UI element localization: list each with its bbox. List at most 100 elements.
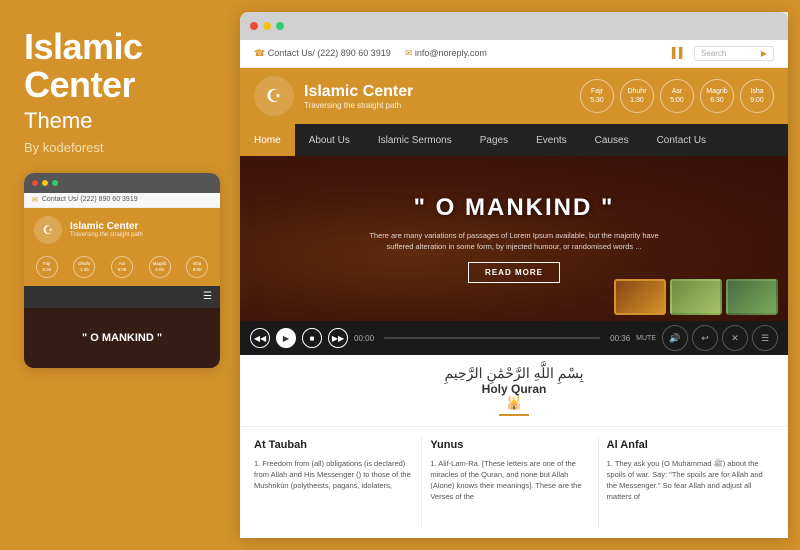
audio-play-button[interactable]: ▶ <box>276 328 296 348</box>
mobile-tagline: Traversing the straight path <box>70 232 143 238</box>
hero-thumbnails <box>614 279 778 315</box>
col-1-title: At Taubah <box>254 437 413 454</box>
nav-events[interactable]: Events <box>522 124 581 156</box>
mobile-dot-red <box>32 180 38 186</box>
quran-arabic-text: بِسْمِ اللَّهِ الرَّحْمَٰنِ الرَّحِيمِ <box>250 365 778 382</box>
browser-chrome <box>240 12 788 40</box>
browser-dot-yellow[interactable] <box>263 22 271 30</box>
main-nav: Home About Us Islamic Sermons Pages Even… <box>240 124 788 156</box>
nav-home[interactable]: Home <box>240 124 295 156</box>
mobile-prayer-magrib: Magrib6:00 <box>149 256 171 280</box>
mobile-top-bar <box>24 173 220 193</box>
quran-mosque-icon: 🕌 <box>250 396 778 410</box>
prayer-fajr: Fajr5:30 <box>580 79 614 113</box>
mobile-dot-yellow <box>42 180 48 186</box>
hero-thumb-1[interactable] <box>614 279 666 315</box>
audio-bar: ◀◀ ▶ ■ ▶▶ 00:00 00:36 MUTE 🔊 ↩ ✕ ☰ <box>240 321 788 355</box>
search-placeholder: Search <box>701 49 726 58</box>
audio-time-start: 00:00 <box>354 334 374 343</box>
audio-next-button[interactable]: ▶▶ <box>328 328 348 348</box>
quran-label: Holy Quran <box>250 382 778 396</box>
top-bar: ☎ Contact Us/ (222) 890 60 3919 ✉ info@n… <box>240 40 788 68</box>
mobile-contact-icon: ✉ <box>32 196 38 204</box>
site-name-area: Islamic Center Traversing the straight p… <box>304 83 413 110</box>
top-bar-email: ✉ info@noreply.com <box>405 48 487 59</box>
site-tagline: Traversing the straight path <box>304 101 413 110</box>
mobile-nav-bar: ☰ <box>24 286 220 308</box>
audio-progress-bar[interactable] <box>384 337 600 339</box>
mobile-site-name: Islamic Center <box>70 221 143 232</box>
mobile-prayer-dhuhr: Dhuhr1:35 <box>73 256 95 280</box>
content-columns: At Taubah 1. Freedom from (all) obligati… <box>240 427 788 538</box>
header-logo-area: ☪ Islamic Center Traversing the straight… <box>254 76 413 116</box>
audio-stop-button[interactable]: ■ <box>302 328 322 348</box>
col-3-text: 1. They ask you (O Muhammad ﷺ) about the… <box>607 458 766 503</box>
mobile-menu-icon: ☰ <box>203 291 212 302</box>
mobile-prayer-isha: Isha8:00 <box>186 256 208 280</box>
hero-thumb-2[interactable] <box>670 279 722 315</box>
hero-read-more-button[interactable]: READ MORE <box>468 262 560 283</box>
left-title: Islamic Center <box>24 28 216 104</box>
quran-underline <box>499 414 529 416</box>
audio-prev-button[interactable]: ◀◀ <box>250 328 270 348</box>
nav-about[interactable]: About Us <box>295 124 364 156</box>
audio-volume-button[interactable]: 🔊 <box>662 325 688 351</box>
content-col-1: At Taubah 1. Freedom from (all) obligati… <box>254 437 422 528</box>
phone-icon: ☎ <box>254 48 265 58</box>
mobile-contact-bar: ✉ Contact Us/ (222) 890 60 3919 <box>24 193 220 208</box>
mobile-prayer-asr: Asr5:08 <box>111 256 133 280</box>
site-name: Islamic Center <box>304 83 413 101</box>
mobile-prayer-times: Fajr5:30 Dhuhr1:35 Asr5:08 Magrib6:00 Is… <box>24 252 220 286</box>
search-box[interactable]: Search ▶ <box>694 46 774 61</box>
mobile-mockup: ✉ Contact Us/ (222) 890 60 3919 ☪ Islami… <box>24 173 220 368</box>
mobile-hero: " O MANKIND " <box>24 308 220 368</box>
mobile-logo: ☪ <box>34 216 62 244</box>
prayer-asr: Asr5:00 <box>660 79 694 113</box>
top-bar-left: ☎ Contact Us/ (222) 890 60 3919 ✉ info@n… <box>254 48 487 59</box>
left-panel: Islamic Center Theme By kodeforest ✉ Con… <box>0 0 240 550</box>
browser-dot-green[interactable] <box>276 22 284 30</box>
mobile-hero-text: " O MANKIND " <box>82 332 162 344</box>
prayer-magrib: Magrib6:30 <box>700 79 734 113</box>
audio-info-button[interactable]: ☰ <box>752 325 778 351</box>
col-2-title: Yunus <box>430 437 589 454</box>
left-subtitle: Theme <box>24 108 216 134</box>
email-icon: ✉ <box>405 48 413 58</box>
prayer-isha: Isha9:00 <box>740 79 774 113</box>
top-bar-social-icons: ▌▌ <box>672 48 686 59</box>
prayer-times-row: Fajr5:30 Dhuhr1:30 Asr5:00 Magrib6:30 Is… <box>580 79 774 113</box>
search-icon: ▶ <box>761 49 767 58</box>
col-3-title: Al Anfal <box>607 437 766 454</box>
audio-close-button[interactable]: ✕ <box>722 325 748 351</box>
nav-contact[interactable]: Contact Us <box>643 124 720 156</box>
website: ☎ Contact Us/ (222) 890 60 3919 ✉ info@n… <box>240 40 788 538</box>
site-logo: ☪ <box>254 76 294 116</box>
nav-sermons[interactable]: Islamic Sermons <box>364 124 466 156</box>
browser-dot-red[interactable] <box>250 22 258 30</box>
col-1-text: 1. Freedom from (all) obligations (is de… <box>254 458 413 492</box>
mobile-header: ☪ Islamic Center Traversing the straight… <box>24 208 220 252</box>
hero-description: There are many variations of passages of… <box>364 230 664 253</box>
browser-panel: ☎ Contact Us/ (222) 890 60 3919 ✉ info@n… <box>240 12 788 538</box>
audio-time-end: 00:36 <box>610 334 630 343</box>
audio-mute-label: MUTE <box>636 335 656 342</box>
nav-pages[interactable]: Pages <box>466 124 522 156</box>
hero-quote: " O MANKIND " <box>414 194 615 222</box>
mobile-dot-green <box>52 180 58 186</box>
audio-right-controls: 🔊 ↩ ✕ ☰ <box>662 325 778 351</box>
left-by: By kodeforest <box>24 140 216 155</box>
audio-share-button[interactable]: ↩ <box>692 325 718 351</box>
mobile-site-info: Islamic Center Traversing the straight p… <box>70 221 143 238</box>
mobile-prayer-fajr: Fajr5:30 <box>36 256 58 280</box>
prayer-dhuhr: Dhuhr1:30 <box>620 79 654 113</box>
nav-causes[interactable]: Causes <box>581 124 643 156</box>
content-col-2: Yunus 1. Alif-Lam-Ra. [These letters are… <box>422 437 598 528</box>
col-2-text: 1. Alif-Lam-Ra. [These letters are one o… <box>430 458 589 503</box>
content-col-3: Al Anfal 1. They ask you (O Muhammad ﷺ) … <box>599 437 774 528</box>
site-header: ☪ Islamic Center Traversing the straight… <box>240 68 788 124</box>
top-bar-right: ▌▌ Search ▶ <box>672 46 774 61</box>
hero-thumb-3[interactable] <box>726 279 778 315</box>
top-bar-contact: ☎ Contact Us/ (222) 890 60 3919 <box>254 48 391 59</box>
hero-section: " O MANKIND " There are many variations … <box>240 156 788 321</box>
mobile-contact-text: Contact Us/ (222) 890 60 3919 <box>42 196 138 203</box>
